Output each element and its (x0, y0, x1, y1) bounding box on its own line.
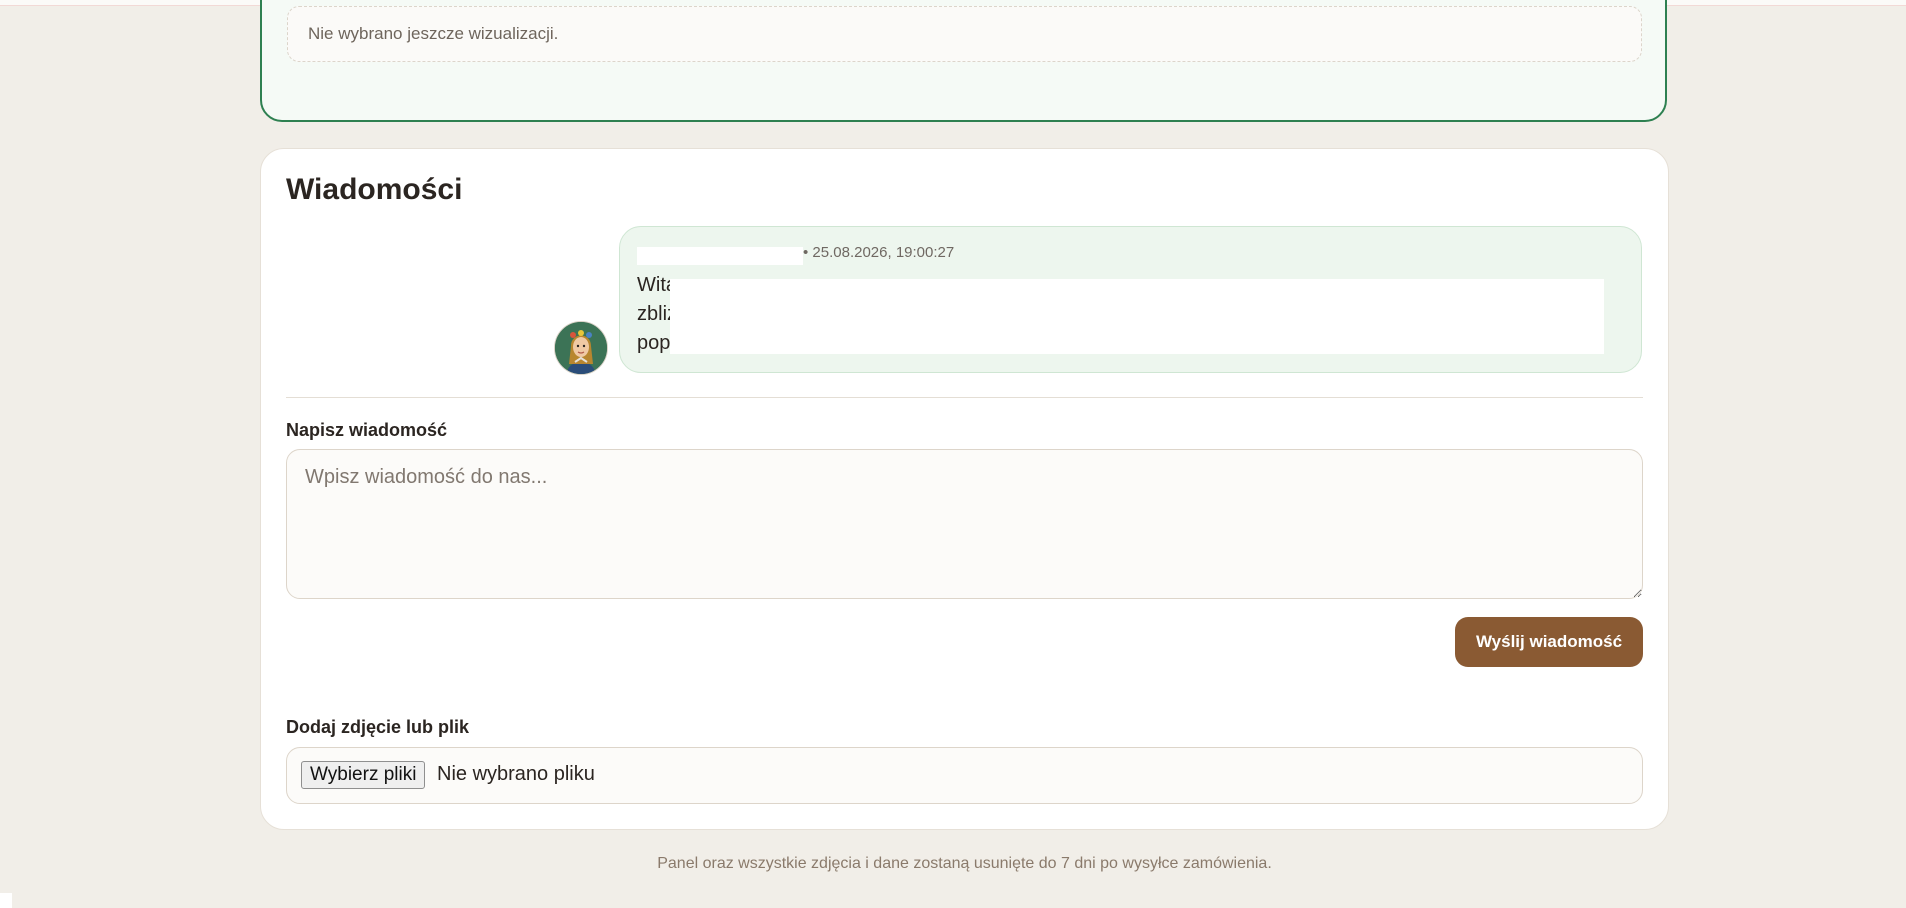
visualization-panel: Nie wybrano jeszcze wizualizacji. (260, 0, 1667, 122)
corner-artifact (0, 893, 12, 908)
footer-note: Panel oraz wszystkie zdjęcia i dane zost… (657, 855, 1272, 872)
visualization-empty-state: Nie wybrano jeszcze wizualizacji. (287, 6, 1642, 62)
message-bubble: • 25.08.2026, 19:00:27 Wita zbliz pop (619, 226, 1642, 373)
message-text-redacted (670, 279, 1604, 354)
file-status-text: Nie wybrano pliku (437, 763, 595, 785)
choose-files-button[interactable]: Wybierz pliki (301, 761, 426, 789)
message-textarea[interactable] (286, 449, 1643, 599)
file-input-box: Wybierz pliki Nie wybrano pliku (286, 747, 1643, 804)
attachment-label: Dodaj zdjęcie lub plik (286, 717, 470, 737)
portrait-avatar-icon (554, 321, 608, 375)
message-author-redacted (637, 247, 803, 265)
message-timestamp: • 25.08.2026, 19:00:27 (803, 244, 955, 261)
messages-divider (286, 397, 1643, 398)
messages-title: Wiadomości (286, 173, 463, 206)
send-message-button[interactable]: Wyślij wiadomość (1455, 617, 1643, 667)
message-text-line: pop (637, 332, 671, 354)
compose-label: Napisz wiadomość (286, 420, 448, 440)
messages-panel: Wiadomości • 25.08.2026, 19:00:27 Wita z… (260, 148, 1669, 830)
